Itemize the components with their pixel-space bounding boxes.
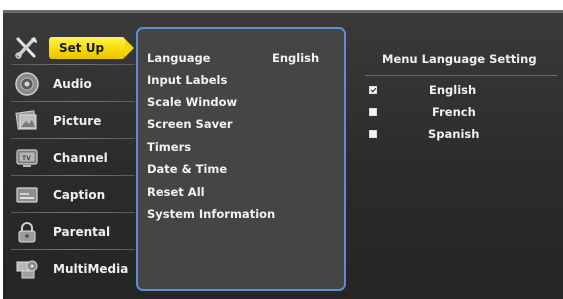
submenu-item-input-labels[interactable]: Input Labels (147, 73, 227, 87)
category-multimedia[interactable]: MultiMedia (9, 252, 134, 286)
category-divider (11, 64, 135, 65)
category-label: Channel (53, 151, 108, 165)
picture-icon (13, 108, 41, 134)
category-parental[interactable]: Parental (9, 215, 134, 249)
category-caption[interactable]: Caption (9, 178, 134, 212)
submenu-item-system-information[interactable]: System Information (147, 207, 275, 221)
checkbox-icon[interactable] (369, 108, 377, 116)
tools-icon (13, 35, 41, 61)
language-current-value: English (272, 51, 320, 65)
category-label: MultiMedia (53, 262, 129, 276)
selection-arrow-icon (125, 39, 134, 57)
language-panel-title: Menu Language Setting (382, 52, 537, 66)
setup-submenu: Language English Input Labels Scale Wind… (136, 27, 346, 291)
language-option-english[interactable]: English (369, 83, 549, 99)
submenu-item-screen-saver[interactable]: Screen Saver (147, 117, 233, 131)
category-label: Picture (53, 114, 102, 128)
tv-icon: TV (13, 145, 41, 171)
language-option-spanish[interactable]: Spanish (369, 127, 549, 143)
language-option-label: Spanish (428, 127, 480, 141)
category-divider (11, 175, 135, 176)
submenu-item-scale-window[interactable]: Scale Window (147, 95, 237, 109)
category-label: Caption (53, 188, 106, 202)
checked-checkbox-icon[interactable] (369, 86, 377, 94)
svg-text:TV: TV (22, 155, 31, 162)
speaker-icon (13, 71, 41, 97)
submenu-item-language[interactable]: Language (147, 51, 211, 65)
multimedia-icon (13, 256, 41, 282)
language-option-french[interactable]: French (369, 105, 549, 121)
lock-icon (13, 219, 41, 245)
category-label: Set Up (59, 41, 105, 55)
submenu-item-timers[interactable]: Timers (147, 140, 191, 154)
language-panel-divider (365, 75, 557, 76)
caption-icon (13, 182, 41, 208)
category-divider (11, 138, 135, 139)
category-label: Parental (53, 225, 111, 239)
category-channel[interactable]: TV Channel (9, 141, 134, 175)
tv-menu-screen: Audio Picture TV Channel Caption Parenta… (3, 10, 563, 299)
language-option-label: English (429, 83, 477, 97)
category-picture[interactable]: Picture (9, 104, 134, 138)
submenu-item-date-time[interactable]: Date & Time (147, 162, 227, 176)
category-divider (11, 101, 135, 102)
setup-highlight[interactable]: Set Up (49, 37, 125, 59)
category-label: Audio (53, 77, 92, 91)
category-audio[interactable]: Audio (9, 67, 134, 101)
checkbox-icon[interactable] (369, 130, 377, 138)
category-divider (11, 249, 135, 250)
category-divider (11, 212, 135, 213)
language-option-label: French (432, 105, 476, 119)
submenu-item-reset-all[interactable]: Reset All (147, 185, 205, 199)
